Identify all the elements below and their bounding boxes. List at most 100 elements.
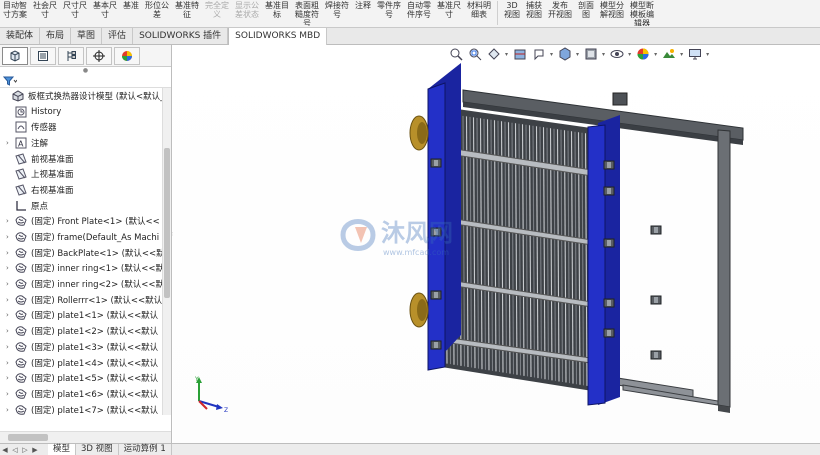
bottom-tab-0[interactable]: 模型: [48, 444, 77, 455]
ribbon-button-13[interactable]: 零件序号: [374, 0, 404, 26]
tree-item[interactable]: › (固定) plate1<5> (默认<<默认: [0, 370, 171, 386]
expand-toggle-icon[interactable]: ›: [6, 327, 14, 335]
tab-3[interactable]: 评估: [102, 28, 134, 44]
ribbon-button-17[interactable]: 3D 视图: [501, 0, 523, 26]
expand-toggle-icon[interactable]: ›: [6, 233, 14, 241]
expand-toggle-icon[interactable]: ›: [6, 311, 14, 319]
ribbon-button-14[interactable]: 自动零 件序号: [404, 0, 434, 26]
tree-horizontal-scrollbar[interactable]: [0, 431, 171, 443]
ribbon-button-16[interactable]: 材料明 细表: [464, 0, 494, 26]
tree-filter[interactable]: [0, 74, 171, 88]
tab-5[interactable]: SOLIDWORKS MBD: [228, 28, 328, 45]
tab-1[interactable]: 布局: [40, 28, 72, 44]
expand-toggle-icon[interactable]: ›: [6, 390, 14, 398]
tab-4[interactable]: SOLIDWORKS 插件: [133, 28, 229, 44]
property-manager-tab[interactable]: [30, 46, 56, 65]
tree-item[interactable]: 右视基准面: [0, 182, 171, 198]
expand-toggle-icon[interactable]: ›: [6, 280, 14, 288]
dropdown-caret-icon[interactable]: ▾: [654, 51, 657, 58]
bottom-tab-1[interactable]: 3D 视图: [76, 444, 119, 455]
expand-toggle-icon[interactable]: ›: [6, 406, 14, 414]
dropdown-caret-icon[interactable]: ▾: [680, 51, 683, 58]
view-orientation-icon[interactable]: [557, 47, 572, 62]
ribbon-button-10[interactable]: 表面粗 糙度符号: [292, 0, 322, 26]
expand-toggle-icon[interactable]: ›: [6, 249, 14, 257]
tree-item[interactable]: 前视基准面: [0, 151, 171, 167]
ribbon-button-1[interactable]: 社会尺寸: [30, 0, 60, 26]
ribbon-button-21[interactable]: 模型分 解视图: [597, 0, 627, 26]
display-manager-tab[interactable]: [114, 46, 140, 65]
scene-icon[interactable]: [661, 47, 676, 62]
ribbon-button-2[interactable]: 尺寸尺寸: [60, 0, 90, 26]
tab-2[interactable]: 草图: [71, 28, 103, 44]
tree-item[interactable]: › (固定) BackPlate<1> (默认<<默: [0, 245, 171, 261]
zoom-to-fit-icon[interactable]: [448, 47, 463, 62]
tree-item[interactable]: › (固定) plate1<4> (默认<<默认: [0, 355, 171, 371]
tree-item[interactable]: › (固定) Rollerrr<1> (默认<<默认: [0, 292, 171, 308]
ribbon-button-11[interactable]: 焊接符号: [322, 0, 352, 26]
ribbon-button-20[interactable]: 剖面图: [575, 0, 597, 26]
scroll-thumb[interactable]: [8, 434, 48, 441]
expand-toggle-icon[interactable]: ›: [6, 374, 14, 382]
bottom-tab-2[interactable]: 运动算例 1: [119, 444, 172, 455]
configuration-manager-tab[interactable]: [58, 46, 84, 65]
ribbon-button-4[interactable]: 基准: [120, 0, 142, 26]
dropdown-caret-icon[interactable]: ▾: [550, 51, 553, 58]
tree-item[interactable]: History: [0, 104, 171, 120]
ribbon-button-9[interactable]: 基准目标: [262, 0, 292, 26]
tree-item[interactable]: 传感器: [0, 119, 171, 135]
tab-0[interactable]: 装配体: [0, 28, 41, 44]
last-tab-arrow[interactable]: ▶: [30, 446, 40, 454]
next-tab-arrow[interactable]: ▷: [20, 446, 30, 454]
display-style-icon[interactable]: [583, 47, 598, 62]
tree-item[interactable]: › (固定) plate1<6> (默认<<默认: [0, 386, 171, 402]
ribbon-button-18[interactable]: 捕获 视图: [523, 0, 545, 26]
previous-view-icon[interactable]: [486, 47, 501, 62]
appearance-icon[interactable]: [635, 47, 650, 62]
tree-item[interactable]: › (固定) plate1<7> (默认<<默认: [0, 402, 171, 415]
expand-toggle-icon[interactable]: ›: [6, 359, 14, 367]
ribbon-button-7[interactable]: 完全定义: [202, 0, 232, 26]
dynamic-annotation-icon[interactable]: [531, 47, 546, 62]
ribbon-button-15[interactable]: 基准尺寸: [434, 0, 464, 26]
tree-item[interactable]: › (固定) frame(Default_As Machi: [0, 229, 171, 245]
ribbon-button-22[interactable]: 模型断 模板编 辑器: [627, 0, 657, 26]
tree-item[interactable]: › (固定) plate1<3> (默认<<默认: [0, 339, 171, 355]
dropdown-caret-icon[interactable]: ▾: [576, 51, 579, 58]
tree-item[interactable]: › (固定) inner ring<1> (默认<<默: [0, 261, 171, 277]
tree-vertical-scrollbar[interactable]: [162, 88, 171, 415]
tree-item[interactable]: › (固定) Front Plate<1> (默认<<: [0, 214, 171, 230]
dropdown-caret-icon[interactable]: ▾: [602, 51, 605, 58]
ribbon-button-5[interactable]: 形位公差: [142, 0, 172, 26]
ribbon-button-12[interactable]: 注释: [352, 0, 374, 26]
ribbon-button-6[interactable]: 基准特征: [172, 0, 202, 26]
tree-item[interactable]: › (固定) plate1<1> (默认<<默认: [0, 308, 171, 324]
section-view-icon[interactable]: [512, 47, 527, 62]
dropdown-caret-icon[interactable]: ▾: [505, 51, 508, 58]
hide-show-icon[interactable]: [609, 47, 624, 62]
graphics-area[interactable]: ▾ ▾ ▾ ▾ ▾ ▾ ▾ ▾ 沐风网 www.mfcad.com Y Z: [173, 45, 820, 443]
dimxpert-tab[interactable]: [86, 46, 112, 65]
expand-toggle-icon[interactable]: ›: [6, 217, 14, 225]
expand-toggle-icon[interactable]: ›: [6, 139, 14, 147]
expand-toggle-icon[interactable]: ›: [6, 296, 14, 304]
prev-tab-arrow[interactable]: ◁: [10, 446, 20, 454]
feature-manager-tab[interactable]: [2, 46, 28, 65]
tree-item[interactable]: 上视基准面: [0, 166, 171, 182]
zoom-area-icon[interactable]: [467, 47, 482, 62]
first-tab-arrow[interactable]: ◀: [0, 446, 10, 454]
ribbon-button-3[interactable]: 基本尺寸: [90, 0, 120, 26]
tree-item[interactable]: › (固定) plate1<2> (默认<<默认: [0, 323, 171, 339]
tree-item[interactable]: › A 注解: [0, 135, 171, 151]
expand-toggle-icon[interactable]: ›: [6, 343, 14, 351]
panel-expand-arrow[interactable]: ●: [0, 67, 171, 74]
tree-item[interactable]: › (固定) inner ring<2> (默认<<默: [0, 276, 171, 292]
view-settings-icon[interactable]: [687, 47, 702, 62]
scroll-thumb[interactable]: [164, 148, 170, 298]
dropdown-caret-icon[interactable]: ▾: [706, 51, 709, 58]
tree-root[interactable]: 板框式换热器设计模型 (默认<默认_: [0, 88, 171, 104]
ribbon-button-8[interactable]: 显示公 差状态: [232, 0, 262, 26]
dropdown-caret-icon[interactable]: ▾: [628, 51, 631, 58]
ribbon-button-0[interactable]: 目动智 寸方案: [0, 0, 30, 26]
tree-item[interactable]: 原点: [0, 198, 171, 214]
